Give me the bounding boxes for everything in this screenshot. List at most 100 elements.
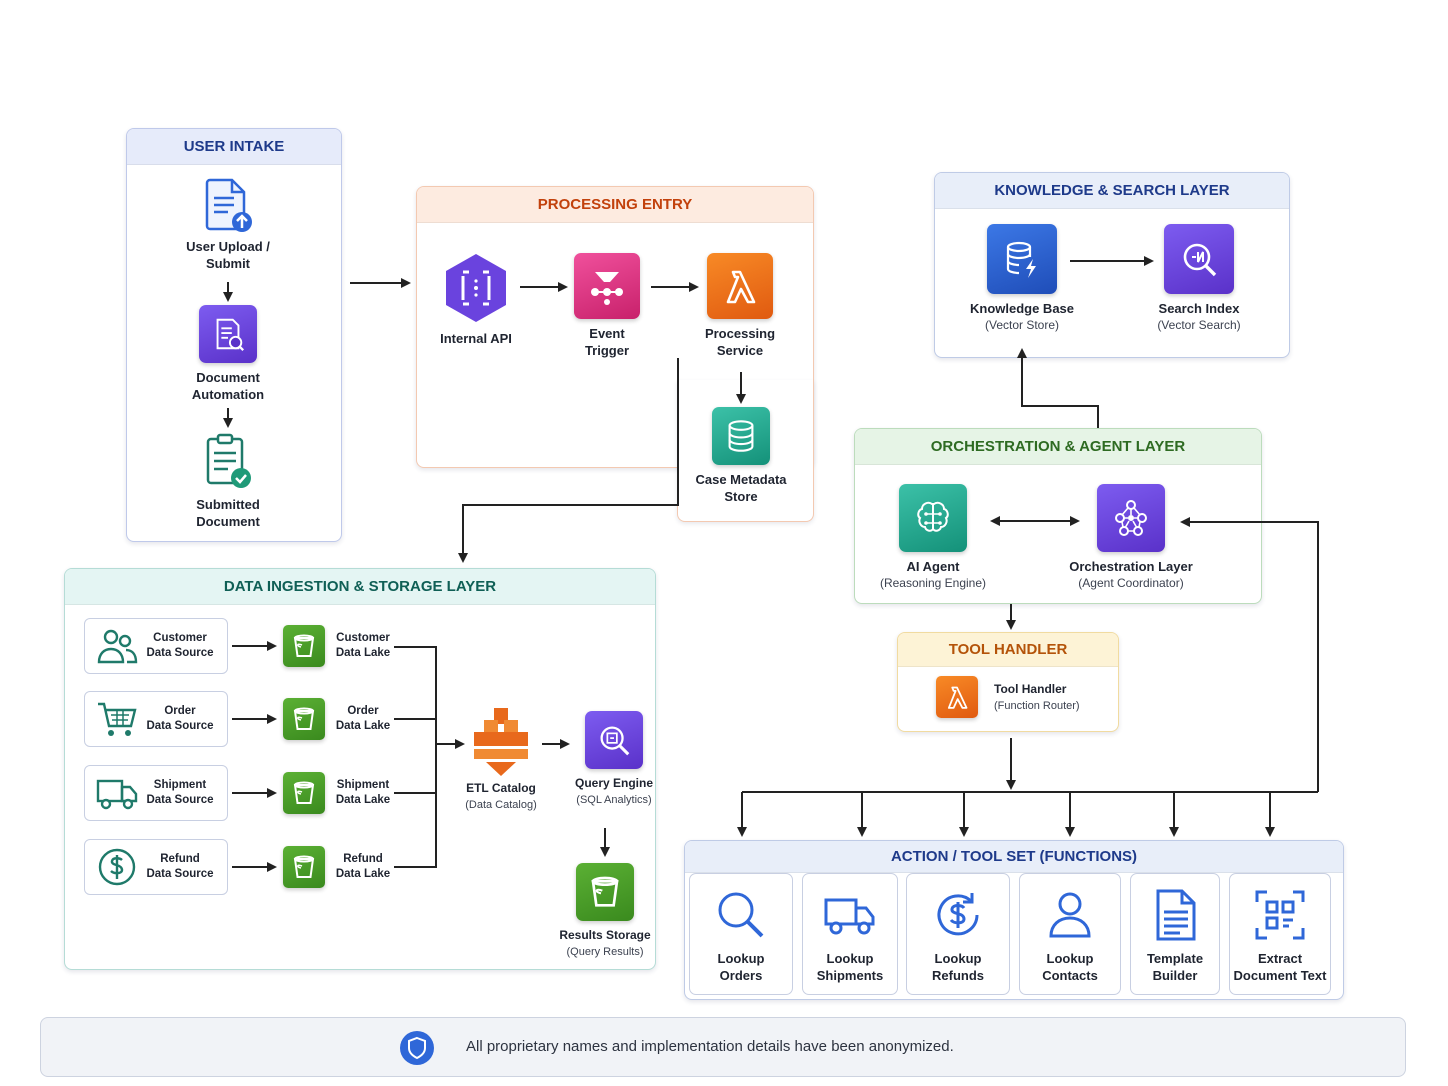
query-engine-label: Query Engine: [574, 776, 654, 790]
lookup-contacts-label: Lookup Contacts: [1042, 951, 1098, 983]
etl-catalog-label: ETL Catalog: [466, 781, 536, 795]
truck-icon: [824, 898, 875, 935]
lookup-orders-tool[interactable]: Lookup Orders: [689, 873, 793, 995]
template-builder-tool[interactable]: Template Builder: [1130, 873, 1220, 995]
internal-api-node[interactable]: Internal API: [426, 252, 526, 347]
scan-qr-icon: [1255, 890, 1305, 940]
document-automation-icon: [199, 305, 257, 363]
document-upload-icon: [198, 174, 258, 234]
ai-agent-node[interactable]: AI Agent (Reasoning Engine): [870, 484, 996, 591]
lookup-shipments-label: Lookup Shipments: [816, 951, 884, 983]
customer-lake-label: Customer Data Lake: [335, 632, 391, 659]
anonymization-footer: All proprietary names and implementation…: [40, 1017, 1406, 1077]
refund-dollar-icon: [937, 893, 979, 936]
magnifier-icon: [718, 892, 764, 938]
results-bucket-icon: [576, 863, 634, 921]
document-icon: [1156, 889, 1196, 941]
refund-source-label: Refund Data Source: [146, 853, 214, 880]
lookup-refunds-tool[interactable]: Lookup Refunds: [906, 873, 1010, 995]
event-trigger-label: Event Trigger: [584, 326, 630, 358]
ai-brain-icon: [899, 484, 967, 552]
search-index-sub: (Vector Search): [1157, 318, 1241, 332]
bucket-icon: [283, 846, 325, 888]
processing-service-label: Processing Service: [704, 326, 776, 358]
query-engine-node[interactable]: Query Engine (SQL Analytics): [567, 711, 661, 808]
lookup-shipments-tool[interactable]: Lookup Shipments: [802, 873, 898, 995]
network-nodes-icon: [1097, 484, 1165, 552]
order-source-label: Order Data Source: [146, 705, 214, 732]
extract-document-text-tool[interactable]: Extract Document Text: [1229, 873, 1331, 995]
query-engine-sub: (SQL Analytics): [576, 794, 652, 806]
orchestration-layer-sub: (Agent Coordinator): [1078, 576, 1184, 590]
knowledge-base-node[interactable]: Knowledge Base (Vector Store): [956, 224, 1088, 333]
document-automation-node[interactable]: Document Automation: [168, 305, 288, 403]
data-ingestion-title: DATA INGESTION & STORAGE LAYER: [65, 569, 655, 605]
action-toolset-title: ACTION / TOOL SET (FUNCTIONS): [685, 841, 1343, 873]
order-data-lake[interactable]: Order Data Lake: [283, 698, 391, 740]
submitted-document-icon: [198, 432, 258, 492]
refund-data-lake[interactable]: Refund Data Lake: [283, 846, 391, 888]
refund-lake-label: Refund Data Lake: [335, 853, 391, 880]
tool-handler-title: TOOL HANDLER: [898, 633, 1118, 667]
dollar-circle-icon: [98, 848, 136, 886]
results-storage-label: Results Storage: [559, 928, 651, 942]
knowledge-base-label: Knowledge Base: [969, 301, 1075, 316]
api-gateway-icon: [443, 252, 509, 324]
event-trigger-node[interactable]: Event Trigger: [557, 253, 657, 359]
shipment-data-source[interactable]: Shipment Data Source: [84, 765, 228, 821]
tool-handler-node[interactable]: Tool Handler (Function Router): [936, 676, 1106, 718]
processing-service-node[interactable]: Processing Service: [690, 253, 790, 359]
person-icon: [1049, 892, 1091, 938]
template-builder-label: Template Builder: [1146, 951, 1204, 983]
results-storage-node[interactable]: Results Storage (Query Results): [554, 863, 656, 960]
user-upload-label: User Upload / Submit: [186, 239, 270, 271]
refund-data-source[interactable]: Refund Data Source: [84, 839, 228, 895]
extract-document-text-label: Extract Document Text: [1233, 951, 1327, 983]
tool-handler-lambda-icon: [936, 676, 978, 718]
lookup-refunds-label: Lookup Refunds: [932, 951, 984, 983]
footer-text: All proprietary names and implementation…: [466, 1038, 954, 1055]
internal-api-label: Internal API: [440, 331, 512, 346]
orchestration-layer-node[interactable]: Orchestration Layer (Agent Coordinator): [1062, 484, 1200, 591]
user-upload-node[interactable]: User Upload / Submit: [168, 174, 288, 272]
search-index-node[interactable]: Search Index (Vector Search): [1138, 224, 1260, 333]
tool-handler-sub: (Function Router): [994, 699, 1080, 712]
users-icon: [97, 629, 138, 664]
bucket-icon: [283, 698, 325, 740]
orchestration-layer-label: Orchestration Layer: [1069, 559, 1193, 574]
customer-source-label: Customer Data Source: [146, 632, 214, 659]
document-automation-label: Document Automation: [191, 370, 265, 402]
knowledge-base-icon: [987, 224, 1057, 294]
search-index-icon: [1164, 224, 1234, 294]
bucket-icon: [283, 772, 325, 814]
case-metadata-node[interactable]: Case Metadata Store: [686, 407, 796, 505]
shopping-cart-icon: [98, 702, 137, 736]
submitted-document-label: Submitted Document: [196, 497, 260, 529]
query-engine-icon: [585, 711, 643, 769]
knowledge-base-sub: (Vector Store): [984, 318, 1060, 332]
bucket-icon: [283, 625, 325, 667]
shipment-source-label: Shipment Data Source: [146, 779, 214, 806]
orchestration-title: ORCHESTRATION & AGENT LAYER: [855, 429, 1261, 465]
case-metadata-label: Case Metadata Store: [695, 472, 787, 504]
lambda-icon: [707, 253, 773, 319]
truck-icon: [96, 779, 138, 810]
customer-data-lake[interactable]: Customer Data Lake: [283, 625, 391, 667]
lookup-contacts-tool[interactable]: Lookup Contacts: [1019, 873, 1121, 995]
etl-catalog-node[interactable]: ETL Catalog (Data Catalog): [452, 706, 550, 813]
event-trigger-icon: [574, 253, 640, 319]
submitted-document-node[interactable]: Submitted Document: [168, 432, 288, 530]
order-data-source[interactable]: Order Data Source: [84, 691, 228, 747]
shipment-data-lake[interactable]: Shipment Data Lake: [283, 772, 391, 814]
search-index-label: Search Index: [1158, 301, 1240, 316]
ai-agent-label: AI Agent: [906, 559, 960, 574]
etl-catalog-sub: (Data Catalog): [465, 799, 537, 811]
results-storage-sub: (Query Results): [566, 946, 644, 958]
ai-agent-sub: (Reasoning Engine): [879, 576, 987, 590]
tool-handler-label: Tool Handler: [994, 681, 1067, 696]
lookup-orders-label: Lookup Orders: [717, 951, 765, 983]
etl-catalog-icon: [470, 706, 532, 778]
customer-data-source[interactable]: Customer Data Source: [84, 618, 228, 674]
user-intake-title: USER INTAKE: [127, 129, 341, 165]
database-icon: [712, 407, 770, 465]
